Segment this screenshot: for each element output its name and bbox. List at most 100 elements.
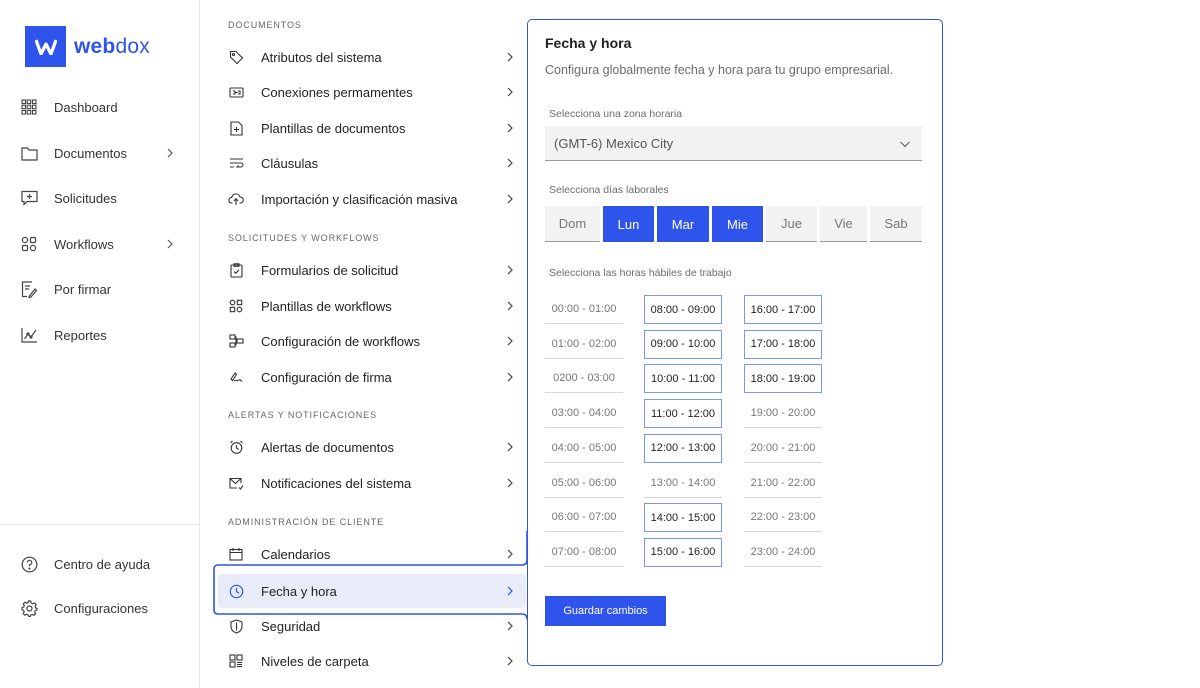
- settings-item-label: Configuración de workflows: [261, 334, 505, 349]
- alarm-icon: [228, 439, 244, 455]
- chevron-right-icon: [505, 442, 515, 452]
- hour-slot[interactable]: 13:00 - 14:00: [644, 469, 722, 498]
- day-button-mar[interactable]: Mar: [657, 206, 709, 242]
- fecha-y-hora-panel: Fecha y hora Configura globalmente fecha…: [527, 19, 943, 666]
- work-hours-label: Selecciona las horas hábiles de trabajo: [549, 267, 732, 279]
- clause-icon: [228, 155, 244, 171]
- settings-item-formularios-de-solicitud[interactable]: Formularios de solicitud: [218, 253, 526, 287]
- sidebar-item-dashboard[interactable]: Dashboard: [20, 95, 180, 119]
- timezone-value: (GMT-6) Mexico City: [554, 136, 673, 151]
- folder-levels-icon: [228, 653, 244, 669]
- chevron-right-icon: [505, 158, 515, 168]
- chevron-right-icon: [505, 265, 515, 275]
- day-button-vie[interactable]: Vie: [820, 206, 867, 242]
- day-button-lun[interactable]: Lun: [603, 206, 654, 242]
- sidebar-item-solicitudes[interactable]: Solicitudes: [20, 186, 180, 210]
- settings-item-alertas-de-documentos[interactable]: Alertas de documentos: [218, 430, 526, 464]
- hour-slot[interactable]: 08:00 - 09:00: [644, 295, 722, 324]
- chevron-right-icon: [505, 336, 515, 346]
- sidebar-item-label: Solicitudes: [54, 191, 180, 206]
- day-button-sab[interactable]: Sab: [870, 206, 922, 242]
- day-button-mie[interactable]: Mie: [712, 206, 763, 242]
- hour-slot[interactable]: 12:00 - 13:00: [644, 434, 722, 463]
- folder-icon: [20, 144, 38, 162]
- settings-item-label: Plantillas de documentos: [261, 121, 505, 136]
- grid-icon: [20, 98, 38, 116]
- hour-slot[interactable]: 0200 - 03:00: [545, 364, 623, 393]
- connection-icon: [228, 84, 244, 100]
- hour-slot[interactable]: 03:00 - 04:00: [545, 399, 623, 428]
- hour-slot[interactable]: 19:00 - 20:00: [744, 399, 822, 428]
- sidebar-divider: [0, 524, 199, 525]
- sidebar-item-label: Documentos: [54, 146, 165, 161]
- cloud-upload-icon: [228, 191, 244, 207]
- day-button-dom[interactable]: Dom: [545, 206, 600, 242]
- section-title-solicitudes-y-workflows: SOLICITUDES Y WORKFLOWS: [228, 233, 379, 243]
- timezone-select[interactable]: (GMT-6) Mexico City: [545, 126, 922, 161]
- webdox-logo[interactable]: webdox: [25, 26, 150, 67]
- settings-item-label: Plantillas de workflows: [261, 299, 505, 314]
- section-title-alertas-y-notificaciones: ALERTAS Y NOTIFICACIONES: [228, 410, 377, 420]
- settings-item-plantillas-de-workflows[interactable]: Plantillas de workflows: [218, 289, 526, 323]
- hour-slot[interactable]: 23:00 - 24:00: [744, 538, 822, 567]
- sidebar-item-documentos[interactable]: Documentos: [20, 141, 180, 165]
- settings-item-plantillas-de-documentos[interactable]: Plantillas de documentos: [218, 111, 526, 145]
- settings-item-niveles-de-carpeta[interactable]: Niveles de carpeta: [218, 644, 526, 678]
- chevron-right-icon: [505, 87, 515, 97]
- chevron-right-icon: [505, 656, 515, 666]
- day-button-jue[interactable]: Jue: [766, 206, 817, 242]
- save-changes-button[interactable]: Guardar cambios: [545, 596, 666, 626]
- hour-slot[interactable]: 07:00 - 08:00: [545, 538, 623, 567]
- chart-icon: [20, 326, 38, 344]
- hour-slot[interactable]: 00:00 - 01:00: [545, 295, 623, 324]
- settings-item-configuracion-de-workflows[interactable]: Configuración de workflows: [218, 324, 526, 358]
- hour-slot[interactable]: 14:00 - 15:00: [644, 503, 722, 532]
- settings-icon: [20, 599, 38, 617]
- hour-slot[interactable]: 16:00 - 17:00: [744, 295, 822, 324]
- settings-item-label: Cláusulas: [261, 156, 505, 171]
- settings-item-importacion-masiva[interactable]: Importación y clasificación masiva: [218, 182, 526, 216]
- hour-slot[interactable]: 10:00 - 11:00: [644, 364, 722, 393]
- chevron-right-icon: [505, 372, 515, 382]
- settings-item-label: Alertas de documentos: [261, 440, 505, 455]
- settings-item-label: Notificaciones del sistema: [261, 476, 505, 491]
- timezone-label: Selecciona una zona horaria: [549, 108, 682, 120]
- settings-item-label: Niveles de carpeta: [261, 654, 505, 669]
- chevron-right-icon: [505, 301, 515, 311]
- settings-item-label: Conexiones permamentes: [261, 85, 505, 100]
- sidebar-item-reportes[interactable]: Reportes: [20, 323, 180, 347]
- hour-slot[interactable]: 15:00 - 16:00: [644, 538, 722, 567]
- hour-slot[interactable]: 21:00 - 22:00: [744, 469, 822, 498]
- sidebar-item-configuraciones[interactable]: Configuraciones: [20, 596, 180, 620]
- settings-item-label: Atributos del sistema: [261, 50, 505, 65]
- sidebar-item-label: Configuraciones: [54, 601, 180, 616]
- hour-slot[interactable]: 04:00 - 05:00: [545, 434, 623, 463]
- hour-slot[interactable]: 06:00 - 07:00: [545, 503, 623, 532]
- chevron-down-icon: [899, 138, 911, 150]
- sidebar-item-por-firmar[interactable]: Por firmar: [20, 277, 180, 301]
- settings-item-atributos-del-sistema[interactable]: Atributos del sistema: [218, 40, 526, 74]
- chevron-right-icon: [505, 123, 515, 133]
- settings-item-conexiones-permamentes[interactable]: Conexiones permamentes: [218, 75, 526, 109]
- request-icon: [20, 189, 38, 207]
- hour-slot[interactable]: 09:00 - 10:00: [644, 330, 722, 359]
- hour-slot[interactable]: 20:00 - 21:00: [744, 434, 822, 463]
- section-title-documentos: DOCUMENTOS: [228, 20, 302, 30]
- settings-item-clausulas[interactable]: Cláusulas: [218, 146, 526, 180]
- hour-slot[interactable]: 01:00 - 02:00: [545, 330, 623, 359]
- main-sidebar: webdox Dashboard Documentos Solicitudes: [0, 0, 200, 688]
- hour-slot[interactable]: 18:00 - 19:00: [744, 364, 822, 393]
- mail-notification-icon: [228, 475, 244, 491]
- panel-subtitle: Configura globalmente fecha y hora para …: [545, 63, 893, 77]
- hour-slot[interactable]: 22:00 - 23:00: [744, 503, 822, 532]
- settings-item-label: Importación y clasificación masiva: [261, 192, 505, 207]
- workdays-label: Selecciona días laborales: [549, 184, 669, 196]
- settings-item-configuracion-de-firma[interactable]: Configuración de firma: [218, 360, 526, 394]
- hour-slot[interactable]: 05:00 - 06:00: [545, 469, 623, 498]
- hour-slot[interactable]: 11:00 - 12:00: [644, 399, 722, 428]
- sidebar-item-centro-de-ayuda[interactable]: Centro de ayuda: [20, 552, 180, 576]
- hour-slot[interactable]: 17:00 - 18:00: [744, 330, 822, 359]
- help-icon: [20, 555, 38, 573]
- settings-item-notificaciones-del-sistema[interactable]: Notificaciones del sistema: [218, 466, 526, 500]
- sidebar-item-workflows[interactable]: Workflows: [20, 232, 180, 256]
